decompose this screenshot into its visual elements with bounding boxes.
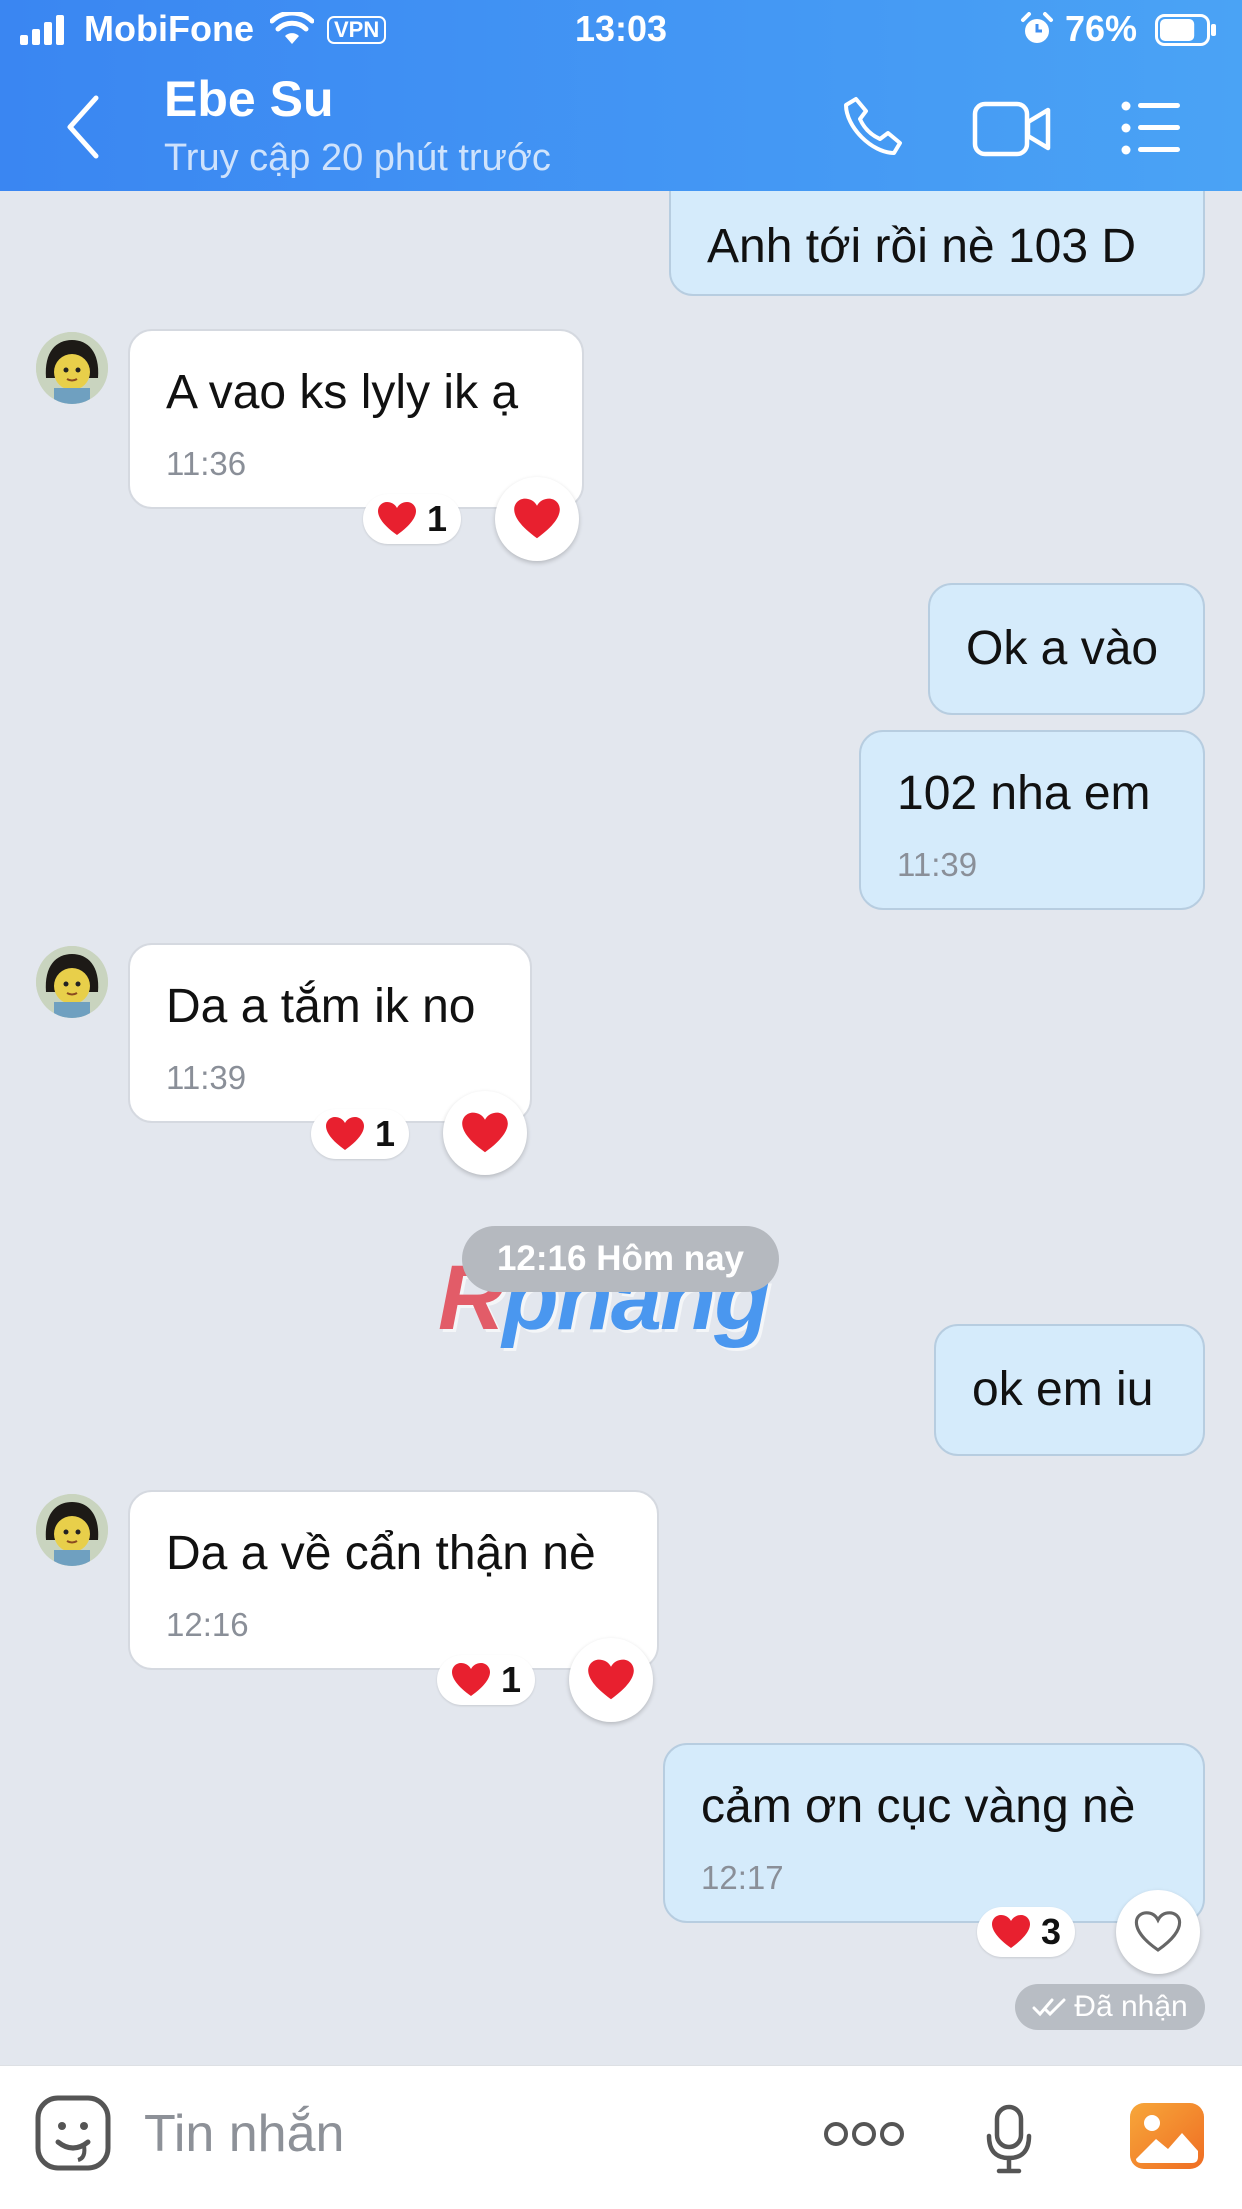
reaction-count[interactable]: 1 <box>363 494 462 544</box>
reaction-count[interactable]: 1 <box>311 1109 410 1159</box>
message-text: cảm ơn cục vàng nè <box>701 1780 1136 1833</box>
heart-icon <box>514 498 560 539</box>
microphone-icon[interactable] <box>985 2104 1033 2174</box>
chat-header: MobiFone VPN 13:03 76% Ebe Su Truy cập 2… <box>0 0 1242 191</box>
reaction-count-value: 1 <box>427 498 448 539</box>
heart-icon <box>992 1915 1030 1948</box>
message-text: Anh tới rồi nè 103 D <box>707 220 1137 273</box>
delivery-status-text: Đã nhận <box>1074 1990 1188 2023</box>
contact-last-seen: Truy cập 20 phút trước <box>164 137 551 179</box>
message-bubble-outgoing[interactable]: cảm ơn cục vàng nè 12:17 <box>663 1743 1205 1923</box>
video-camera-icon[interactable] <box>972 98 1052 160</box>
phone-icon[interactable] <box>842 95 904 157</box>
message-bubble-outgoing[interactable]: ok em iu <box>934 1324 1205 1456</box>
message-composer <box>0 2065 1242 2209</box>
reaction-button[interactable] <box>1116 1890 1200 1974</box>
avatar[interactable] <box>36 1494 108 1566</box>
message-bubble-outgoing[interactable]: Anh tới rồi nè 103 D <box>669 191 1205 296</box>
double-check-icon <box>1032 1998 1066 2017</box>
avatar[interactable] <box>36 946 108 1018</box>
message-text: Da a tắm ik no <box>166 980 476 1033</box>
message-list[interactable]: Anh tới rồi nè 103 D A vao ks lyly ik ạ … <box>0 191 1242 2065</box>
contact-name[interactable]: Ebe Su <box>164 70 333 128</box>
message-text: Da a về cẩn thận nè <box>166 1527 596 1580</box>
message-text: Ok a vào <box>966 622 1159 675</box>
message-bubble-incoming[interactable]: Da a về cẩn thận nè 12:16 <box>128 1490 659 1670</box>
heart-icon <box>588 1659 634 1700</box>
message-bubble-outgoing[interactable]: Ok a vào <box>928 583 1205 715</box>
message-text: ok em iu <box>972 1363 1154 1416</box>
reaction-count-value: 1 <box>501 1659 522 1700</box>
message-time: 11:39 <box>897 846 978 883</box>
reaction-button[interactable] <box>495 477 579 561</box>
message-text: A vao ks lyly ik ạ <box>166 366 519 419</box>
message-text: 102 nha em <box>897 767 1151 820</box>
battery-percent: 76% <box>1065 8 1138 49</box>
back-icon[interactable] <box>62 92 106 162</box>
message-time: 12:17 <box>701 1859 784 1896</box>
sticker-icon[interactable] <box>34 2094 112 2172</box>
reaction-button[interactable] <box>443 1091 527 1175</box>
message-time: 12:16 <box>166 1606 249 1643</box>
reaction-button[interactable] <box>569 1638 653 1722</box>
message-time: 11:39 <box>166 1059 247 1096</box>
gallery-icon[interactable] <box>1128 2101 1206 2171</box>
status-time: 13:03 <box>574 8 668 49</box>
reaction-count-value: 3 <box>1041 1911 1062 1952</box>
message-time: 11:36 <box>166 445 247 482</box>
heart-icon <box>378 502 416 535</box>
more-icon[interactable] <box>822 2120 906 2148</box>
message-bubble-outgoing[interactable]: 102 nha em 11:39 <box>859 730 1205 910</box>
reaction-count[interactable]: 3 <box>977 1907 1076 1957</box>
heart-icon <box>462 1112 508 1153</box>
delivery-status-badge: Đã nhận <box>1015 1984 1205 2030</box>
message-input[interactable] <box>142 2096 746 2172</box>
reaction-count-value: 1 <box>375 1113 396 1154</box>
reaction-count[interactable]: 1 <box>437 1655 536 1705</box>
battery-icon <box>1155 14 1216 46</box>
heart-outline-icon <box>1134 1911 1182 1952</box>
avatar[interactable] <box>36 332 108 404</box>
date-divider: 12:16 Hôm nay <box>462 1226 779 1292</box>
alarm-icon <box>1021 12 1053 43</box>
status-bar: MobiFone VPN 13:03 76% <box>0 0 1242 60</box>
heart-icon <box>326 1117 364 1150</box>
heart-icon <box>452 1663 490 1696</box>
menu-list-icon[interactable] <box>1120 100 1182 156</box>
